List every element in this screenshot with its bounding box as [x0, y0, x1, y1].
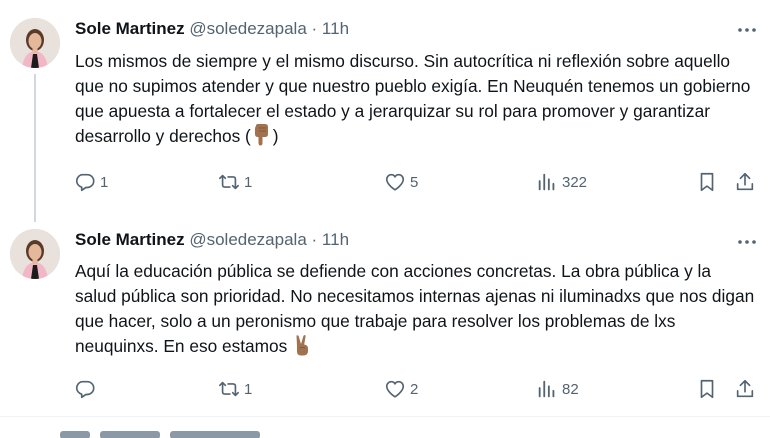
reply-button[interactable]	[74, 375, 100, 403]
heart-icon	[385, 173, 405, 191]
bookmark-button[interactable]	[696, 168, 718, 196]
heart-icon	[385, 380, 405, 398]
repost-icon	[219, 381, 239, 397]
bookmark-icon	[700, 379, 714, 399]
like-count: 5	[410, 173, 419, 191]
bookmark-button[interactable]	[696, 375, 718, 403]
repost-button[interactable]: 1	[218, 168, 252, 196]
tweet-text: Los mismos de siempre y el mismo discurs…	[75, 51, 751, 146]
tweet-text: Aquí la educación pública se defiende co…	[75, 261, 755, 356]
reply-icon	[75, 173, 95, 192]
avatar[interactable]	[10, 18, 60, 68]
tweet-divider	[0, 416, 770, 417]
repost-icon	[219, 174, 239, 190]
tweet-actions: 1 1 5 322	[70, 168, 770, 196]
tweet[interactable]: Sole Martinez @soledezapala · 11h Aquí l…	[0, 212, 770, 417]
like-button[interactable]: 5	[384, 168, 418, 196]
repost-count: 1	[244, 380, 253, 398]
share-icon	[736, 379, 754, 398]
view-count: 82	[562, 380, 579, 398]
avatar[interactable]	[10, 229, 60, 279]
author-name[interactable]: Sole Martinez	[75, 230, 185, 249]
like-count: 2	[410, 380, 419, 398]
like-button[interactable]: 2	[384, 375, 418, 403]
more-options-icon[interactable]	[736, 234, 758, 244]
more-options-icon[interactable]	[736, 22, 758, 32]
separator-dot: ·	[311, 230, 318, 249]
bookmark-icon	[700, 172, 714, 192]
victory-hand-emoji-icon	[292, 334, 314, 356]
share-button[interactable]	[734, 375, 756, 403]
author-name[interactable]: Sole Martinez	[75, 19, 185, 38]
reply-count: 1	[100, 173, 109, 191]
analytics-icon	[538, 173, 555, 191]
tweet-header: Sole Martinez @soledezapala · 11h	[75, 19, 349, 41]
repost-count: 1	[244, 173, 253, 191]
separator-dot: ·	[311, 19, 318, 38]
thread-connector	[34, 74, 36, 222]
view-count: 322	[562, 173, 588, 191]
pointing-down-emoji-icon	[251, 124, 273, 146]
tweet-timestamp[interactable]: 11h	[322, 230, 349, 249]
share-button[interactable]	[734, 168, 756, 196]
analytics-icon	[538, 380, 555, 398]
tweet-actions: 1 2 82	[70, 375, 770, 403]
author-handle[interactable]: @soledezapala	[189, 230, 306, 249]
reply-button[interactable]: 1	[74, 168, 108, 196]
next-item-cutoff	[60, 428, 280, 438]
views-button[interactable]: 82	[536, 375, 579, 403]
tweet-header: Sole Martinez @soledezapala · 11h	[75, 230, 349, 252]
views-button[interactable]: 322	[536, 168, 587, 196]
tweet-timestamp[interactable]: 11h	[322, 19, 349, 38]
share-icon	[736, 172, 754, 191]
author-handle[interactable]: @soledezapala	[189, 19, 306, 38]
reply-icon	[75, 380, 95, 399]
repost-button[interactable]: 1	[218, 375, 252, 403]
tweet[interactable]: Sole Martinez @soledezapala · 11h Los mi…	[0, 0, 770, 222]
